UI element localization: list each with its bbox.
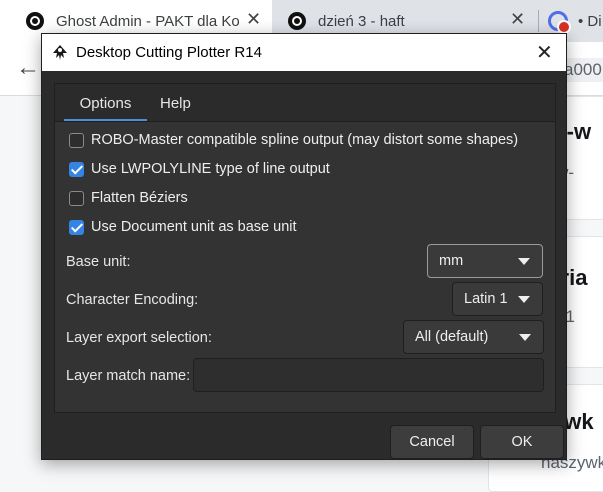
tab-options[interactable]: Options <box>64 84 147 122</box>
layer-export-dropdown[interactable]: All (default) <box>403 320 544 354</box>
checkbox-label: ROBO-Master compatible spline output (ma… <box>91 132 519 148</box>
browser-tab-label: • Di <box>578 12 602 30</box>
close-dialog-icon[interactable]: ✕ <box>536 40 553 65</box>
flatten-beziers-checkbox-row[interactable]: Flatten Béziers <box>69 190 188 206</box>
ok-button[interactable]: OK <box>480 425 564 459</box>
base-unit-dropdown[interactable]: mm <box>427 244 543 278</box>
layer-export-label: Layer export selection: <box>66 330 212 346</box>
close-tab-icon[interactable]: ✕ <box>246 9 261 30</box>
google-favicon-icon <box>548 11 571 34</box>
checkbox-label: Flatten Béziers <box>91 190 188 206</box>
layer-export-value: All (default) <box>415 329 489 345</box>
dxf-export-dialog: Desktop Cutting Plotter R14 ✕ Options He… <box>41 33 567 460</box>
encoding-dropdown[interactable]: Latin 1 <box>452 282 543 316</box>
close-tab-icon[interactable]: ✕ <box>510 9 525 30</box>
flatten-beziers-checkbox[interactable] <box>69 190 84 206</box>
dialog-tabs: Options Help <box>54 83 556 122</box>
encoding-label: Character Encoding: <box>66 292 199 308</box>
chevron-down-icon <box>518 296 530 303</box>
chevron-down-icon <box>518 258 530 265</box>
document-unit-checkbox-row[interactable]: Use Document unit as base unit <box>69 219 297 235</box>
inkscape-logo-icon <box>53 45 67 60</box>
ghost-favicon-icon <box>26 12 44 30</box>
back-arrow-icon[interactable]: ← <box>16 54 40 82</box>
document-unit-checkbox[interactable] <box>69 219 84 235</box>
lwpolyline-checkbox[interactable] <box>69 161 84 177</box>
base-unit-label: Base unit: <box>66 254 131 270</box>
base-unit-value: mm <box>439 253 464 269</box>
chevron-down-icon <box>519 334 531 341</box>
browser-tab-label: Ghost Admin - PAKT dla Ko <box>56 12 240 30</box>
ghost-favicon-icon <box>288 12 306 30</box>
cancel-button[interactable]: Cancel <box>390 425 474 459</box>
checkbox-label: Use LWPOLYLINE type of line output <box>91 161 330 177</box>
tab-help[interactable]: Help <box>160 84 191 122</box>
tab-separator <box>538 10 539 32</box>
checkbox-label: Use Document unit as base unit <box>91 219 297 235</box>
layer-match-input[interactable] <box>193 358 544 392</box>
options-panel: ROBO-Master compatible spline output (ma… <box>54 121 556 413</box>
lwpolyline-checkbox-row[interactable]: Use LWPOLYLINE type of line output <box>69 161 330 177</box>
layer-match-label: Layer match name: <box>66 368 191 384</box>
robo-master-checkbox-row[interactable]: ROBO-Master compatible spline output (ma… <box>69 132 518 148</box>
dialog-titlebar: Desktop Cutting Plotter R14 ✕ <box>42 34 566 71</box>
robo-master-checkbox[interactable] <box>69 132 84 148</box>
dialog-notebook: Options Help ROBO-Master compatible spli… <box>54 83 556 413</box>
dialog-title: Desktop Cutting Plotter R14 <box>76 44 262 61</box>
browser-tab-label: dzień 3 - haft <box>318 12 405 30</box>
encoding-value: Latin 1 <box>464 291 508 307</box>
